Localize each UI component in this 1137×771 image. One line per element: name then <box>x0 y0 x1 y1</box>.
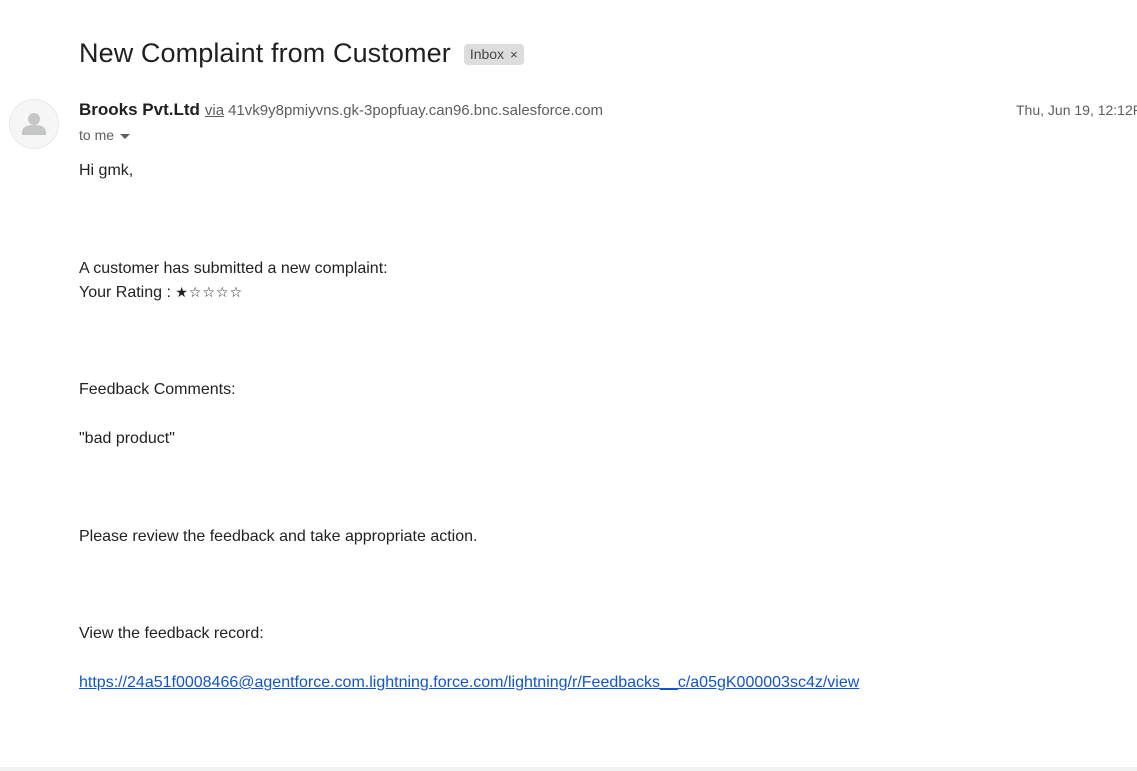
feedback-record-link[interactable]: https://24a51f0008466@agentforce.com.lig… <box>79 674 859 691</box>
sender-name[interactable]: Brooks Pvt.Ltd <box>79 100 200 120</box>
inbox-label-text: Inbox <box>469 46 505 62</box>
email-subject: New Complaint from Customer <box>79 38 451 68</box>
feedback-record-line: https://24a51f0008466@agentforce.com.lig… <box>79 674 859 692</box>
rating-stars: ★☆☆☆☆ <box>175 284 244 300</box>
recipient-details-toggle[interactable]: to me <box>79 127 131 143</box>
rating-line: Your Rating : ★☆☆☆☆ <box>79 284 243 302</box>
email-greeting: Hi gmk, <box>79 162 134 179</box>
sender-domain: 41vk9y8pmiyvns.gk-3popfuay.can96.bnc.sal… <box>228 102 604 119</box>
chevron-down-icon[interactable] <box>120 133 131 139</box>
feedback-text: "bad product" <box>79 430 175 447</box>
close-icon[interactable]: × <box>510 47 518 62</box>
complaint-intro: A customer has submitted a new complaint… <box>79 260 388 277</box>
recipient-label: to me <box>79 127 115 143</box>
sender-info: Brooks Pvt.Ltd via 41vk9y8pmiyvns.gk-3po… <box>79 100 603 120</box>
bottom-divider <box>0 767 1137 771</box>
email-header: New Complaint from Customer Inbox × <box>79 38 524 69</box>
sender-avatar[interactable] <box>9 99 59 149</box>
feedback-heading: Feedback Comments: <box>79 381 236 398</box>
email-date[interactable]: Thu, Jun 19, 12:12P <box>1016 102 1137 118</box>
default-person-avatar-icon <box>22 113 46 135</box>
rating-label: Your Rating : <box>79 284 171 301</box>
inbox-label-chip[interactable]: Inbox × <box>463 44 524 65</box>
via-link[interactable]: via <box>205 102 224 119</box>
review-instruction: Please review the feedback and take appr… <box>79 528 478 545</box>
view-record-label: View the feedback record: <box>79 625 264 642</box>
